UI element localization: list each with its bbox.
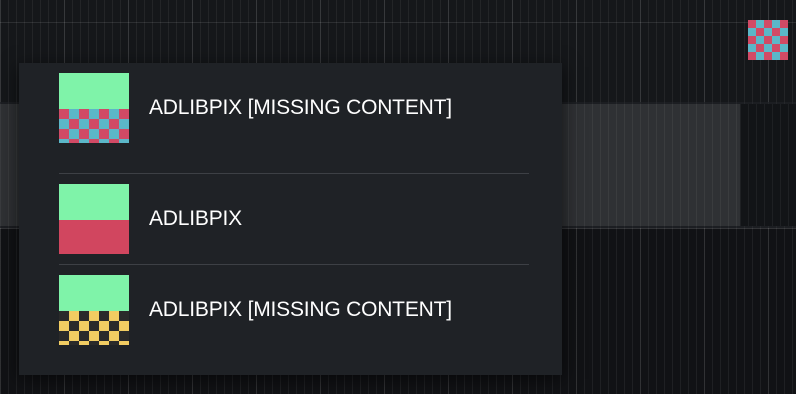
thumbnail-checker (59, 109, 129, 143)
menu-item-adlibpix-missing-1[interactable]: ADLIBPIX [MISSING CONTENT] (19, 63, 562, 153)
source-dropdown-menu: ADLIBPIX [MISSING CONTENT] ADLIBPIX ADLI… (19, 63, 562, 375)
content-thumbnail-icon (59, 184, 129, 254)
menu-item-label: ADLIBPIX [MISSING CONTENT] (149, 96, 452, 119)
thumbnail-bottom (59, 220, 129, 254)
thumbnail-top (59, 184, 129, 220)
clip-thumbnail[interactable] (748, 20, 788, 60)
thumbnail-checker (59, 311, 129, 345)
track-empty-region (740, 104, 796, 226)
menu-item-adlibpix-missing-2[interactable]: ADLIBPIX [MISSING CONTENT] (19, 265, 562, 355)
menu-item-label: ADLIBPIX (149, 207, 242, 230)
timeline-editor: ADLIBPIX [MISSING CONTENT] ADLIBPIX ADLI… (0, 0, 796, 394)
thumbnail-top (59, 73, 129, 109)
menu-item-adlibpix[interactable]: ADLIBPIX (19, 174, 562, 264)
thumbnail-top (59, 275, 129, 311)
menu-item-label: ADLIBPIX [MISSING CONTENT] (149, 298, 452, 321)
missing-content-thumbnail-icon (59, 275, 129, 345)
missing-content-thumbnail-icon (59, 73, 129, 143)
